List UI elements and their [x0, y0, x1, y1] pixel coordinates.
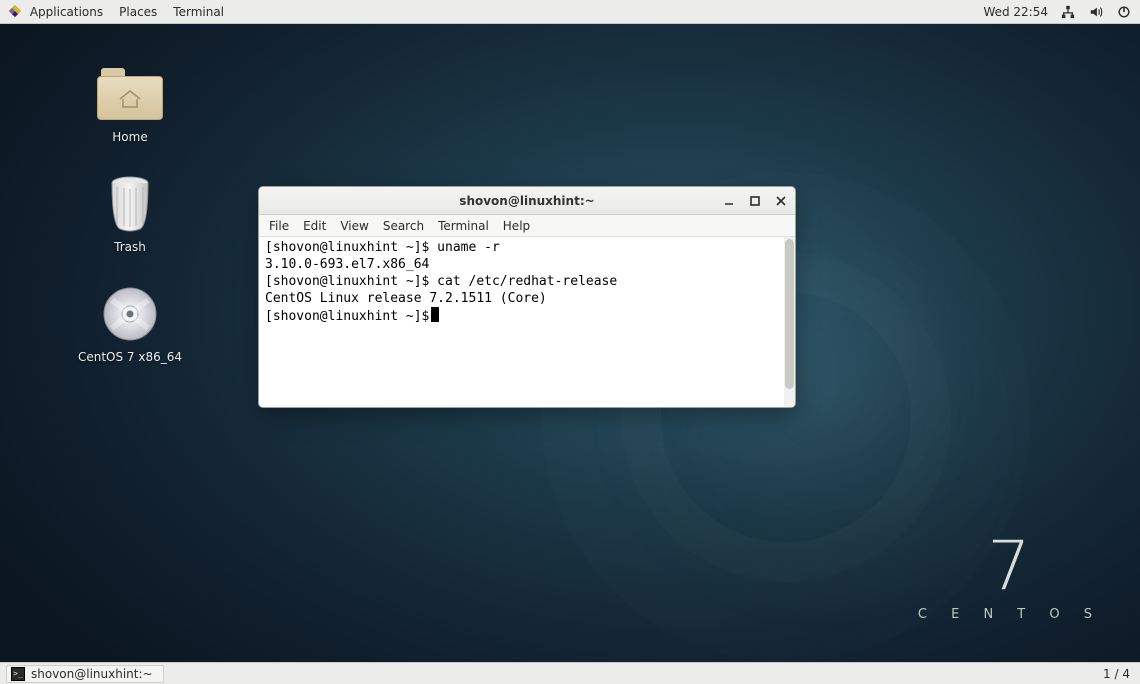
terminal-cursor: [431, 307, 439, 322]
terminal-line: CentOS Linux release 7.2.1511 (Core): [265, 291, 547, 306]
scrollbar-thumb[interactable]: [785, 239, 794, 389]
terminal-line: 3.10.0-693.el7.x86_64: [265, 257, 429, 272]
bottom-panel: >_ shovon@linuxhint:~ 1 / 4: [0, 662, 1140, 684]
menu-applications[interactable]: Applications: [8, 4, 103, 19]
terminal-line: [shovon@linuxhint ~]$: [265, 309, 429, 324]
desktop-icon-home-label: Home: [112, 130, 147, 144]
wallpaper-name: C E N T O S: [918, 607, 1102, 622]
power-icon[interactable]: [1116, 4, 1132, 20]
workspace-indicator[interactable]: 1 / 4: [1103, 667, 1134, 681]
window-minimize-button[interactable]: [721, 193, 737, 209]
wallpaper-version: 7: [918, 533, 1102, 601]
desktop-icon-trash[interactable]: Trash: [70, 174, 190, 254]
network-icon[interactable]: [1060, 4, 1076, 20]
menu-places[interactable]: Places: [119, 5, 157, 19]
menubar-search[interactable]: Search: [383, 219, 424, 233]
folder-home-icon: [94, 64, 166, 124]
menu-applications-label: Applications: [30, 5, 103, 19]
terminal-line: [shovon@linuxhint ~]$ cat /etc/redhat-re…: [265, 274, 617, 289]
terminal-icon: >_: [11, 667, 25, 681]
menubar-view[interactable]: View: [340, 219, 368, 233]
desktop-icon-cd-label: CentOS 7 x86_64: [78, 350, 182, 364]
menubar-help[interactable]: Help: [503, 219, 530, 233]
taskbar-item-label: shovon@linuxhint:~: [31, 667, 153, 681]
taskbar-item-terminal[interactable]: >_ shovon@linuxhint:~: [6, 665, 164, 683]
desktop-icon-home[interactable]: Home: [70, 64, 190, 144]
window-maximize-button[interactable]: [747, 193, 763, 209]
disc-icon: [94, 284, 166, 344]
trash-icon: [94, 174, 166, 234]
desktop[interactable]: Home Trash: [0, 24, 1140, 662]
terminal-scrollbar[interactable]: [784, 237, 795, 407]
window-close-button[interactable]: [773, 193, 789, 209]
terminal-menubar: File Edit View Search Terminal Help: [259, 215, 795, 237]
window-title: shovon@linuxhint:~: [259, 194, 795, 208]
wallpaper-brand: 7 C E N T O S: [918, 533, 1102, 622]
terminal-line: [shovon@linuxhint ~]$ uname -r: [265, 240, 500, 255]
menubar-terminal[interactable]: Terminal: [438, 219, 489, 233]
window-titlebar[interactable]: shovon@linuxhint:~: [259, 187, 795, 215]
volume-icon[interactable]: [1088, 4, 1104, 20]
top-panel: Applications Places Terminal Wed 22:54: [0, 0, 1140, 24]
desktop-icon-trash-label: Trash: [114, 240, 146, 254]
menubar-file[interactable]: File: [269, 219, 289, 233]
terminal-body[interactable]: [shovon@linuxhint ~]$ uname -r 3.10.0-69…: [259, 237, 795, 407]
centos-logo-icon: [8, 4, 22, 18]
menubar-edit[interactable]: Edit: [303, 219, 326, 233]
desktop-icon-cd[interactable]: CentOS 7 x86_64: [70, 284, 190, 364]
terminal-window[interactable]: shovon@linuxhint:~ File Edit View Search…: [258, 186, 796, 408]
menu-terminal[interactable]: Terminal: [173, 5, 224, 19]
clock[interactable]: Wed 22:54: [983, 5, 1048, 19]
